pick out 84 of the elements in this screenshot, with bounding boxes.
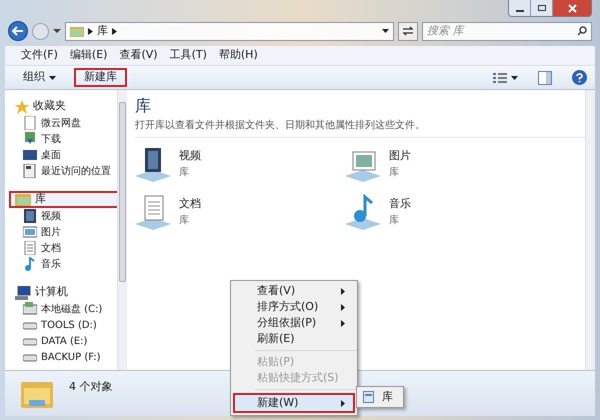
sidebar-item[interactable]: 图片 <box>13 224 117 240</box>
picture-library-icon <box>23 225 37 239</box>
dropdown-icon[interactable] <box>382 29 389 33</box>
sidebar-item[interactable]: 音乐 <box>13 256 117 272</box>
sidebar-item[interactable]: 最近访问的位置 <box>13 163 117 179</box>
submenu-arrow-icon <box>341 288 345 294</box>
library-item[interactable]: 文档 库 <box>135 194 345 230</box>
video-library-icon <box>135 146 171 182</box>
menu-item[interactable]: 查看(V) <box>119 47 158 64</box>
library-item[interactable]: 图片 库 <box>345 146 555 182</box>
menu-item[interactable]: 查看(V) <box>233 283 355 299</box>
chevron-icon <box>88 28 93 34</box>
video-library-icon <box>23 209 37 223</box>
star-icon <box>15 100 29 114</box>
sidebar-item[interactable]: 下载 <box>13 131 117 147</box>
toolbar-button[interactable]: 新建库 <box>74 68 127 87</box>
dropdown-icon <box>511 76 518 80</box>
toolbar-button[interactable]: 组织 <box>13 68 66 87</box>
library-item[interactable]: 视频 库 <box>135 146 345 182</box>
library-folder-icon <box>21 380 53 408</box>
library-folder-icon <box>15 193 31 206</box>
music-note-icon <box>23 257 37 271</box>
chevron-icon <box>112 28 117 34</box>
document-library-icon <box>135 194 171 230</box>
library-item[interactable]: 音乐 库 <box>345 194 555 230</box>
library-name: 图片 <box>389 148 411 164</box>
menu-item[interactable]: 工具(T) <box>170 47 207 64</box>
library-heading: 库 <box>135 95 152 117</box>
question-mark-icon <box>576 72 583 82</box>
library-name: 视频 <box>179 148 201 164</box>
library-icon <box>363 391 374 403</box>
breadcrumb[interactable]: 库 <box>97 22 108 40</box>
sidebar-item[interactable]: TOOLS (D:) <box>13 317 117 333</box>
library-name: 音乐 <box>389 196 411 212</box>
sidebar-scrollbar[interactable] <box>117 90 127 370</box>
menu-item[interactable]: 帮助(H) <box>218 47 258 64</box>
library-type: 库 <box>179 166 190 180</box>
submenu-arrow-icon <box>341 304 345 310</box>
download-icon <box>23 132 37 146</box>
menu-item[interactable]: 文件(F) <box>21 47 58 64</box>
sidebar-item[interactable]: 文档 <box>13 240 117 256</box>
folder-icon <box>70 26 84 36</box>
submenu-arrow-icon <box>341 400 345 406</box>
content-scrollbar[interactable] <box>585 90 595 370</box>
sidebar-group-item[interactable]: 库 <box>9 191 117 208</box>
library-name: 文档 <box>179 196 201 212</box>
sidebar-item[interactable]: 视频 <box>13 208 117 224</box>
menu-item[interactable]: 库 <box>359 389 401 405</box>
sidebar-group-item[interactable]: 计算机 <box>9 284 117 301</box>
sidebar-item[interactable]: 微云网盘 <box>13 115 117 131</box>
sidebar-item[interactable]: DATA (E:) <box>13 333 117 349</box>
sidebar-item[interactable]: 桌面 <box>13 147 117 163</box>
back-button[interactable] <box>8 21 28 41</box>
refresh-button[interactable] <box>398 22 418 40</box>
refresh-arrows-icon <box>402 26 414 36</box>
library-type: 库 <box>389 166 400 180</box>
sidebar-item[interactable]: BACKUP (F:) <box>13 349 117 365</box>
library-type: 库 <box>389 214 400 228</box>
library-type: 库 <box>179 214 190 228</box>
address-field[interactable]: 库 <box>65 22 394 40</box>
view-options-button[interactable] <box>493 72 518 84</box>
sidebar-item[interactable]: 本地磁盘 (C:) <box>13 301 117 317</box>
submenu-arrow-icon <box>341 320 345 326</box>
library-description: 打开库以查看文件并根据文件夹、日期和其他属性排列这些文件。 <box>135 118 585 138</box>
hard-drive-icon <box>23 302 37 316</box>
document-icon <box>23 241 37 255</box>
preview-pane-button[interactable] <box>538 70 552 84</box>
sidebar-group-item[interactable]: 收藏夹 <box>9 98 117 115</box>
search-icon <box>577 26 587 36</box>
help-button[interactable] <box>572 70 587 85</box>
menu-item[interactable]: 分组依据(P) <box>233 315 355 331</box>
status-text: 4 个对象 <box>69 379 112 396</box>
computer-icon <box>15 286 31 300</box>
menu-item[interactable]: 编辑(E) <box>70 47 108 64</box>
menu-item[interactable]: 排序方式(O) <box>233 299 355 315</box>
menu-item[interactable]: 刷新(E) <box>233 331 355 347</box>
back-arrow-icon <box>12 26 24 36</box>
list-view-icon <box>493 72 507 84</box>
search-placeholder: 搜索 库 <box>427 22 466 39</box>
history-dropdown-icon[interactable] <box>53 29 61 33</box>
desktop-icon <box>23 148 37 162</box>
menu-item[interactable]: 新建(W) <box>233 393 355 413</box>
document-icon <box>23 116 37 130</box>
music-library-icon <box>345 194 381 230</box>
